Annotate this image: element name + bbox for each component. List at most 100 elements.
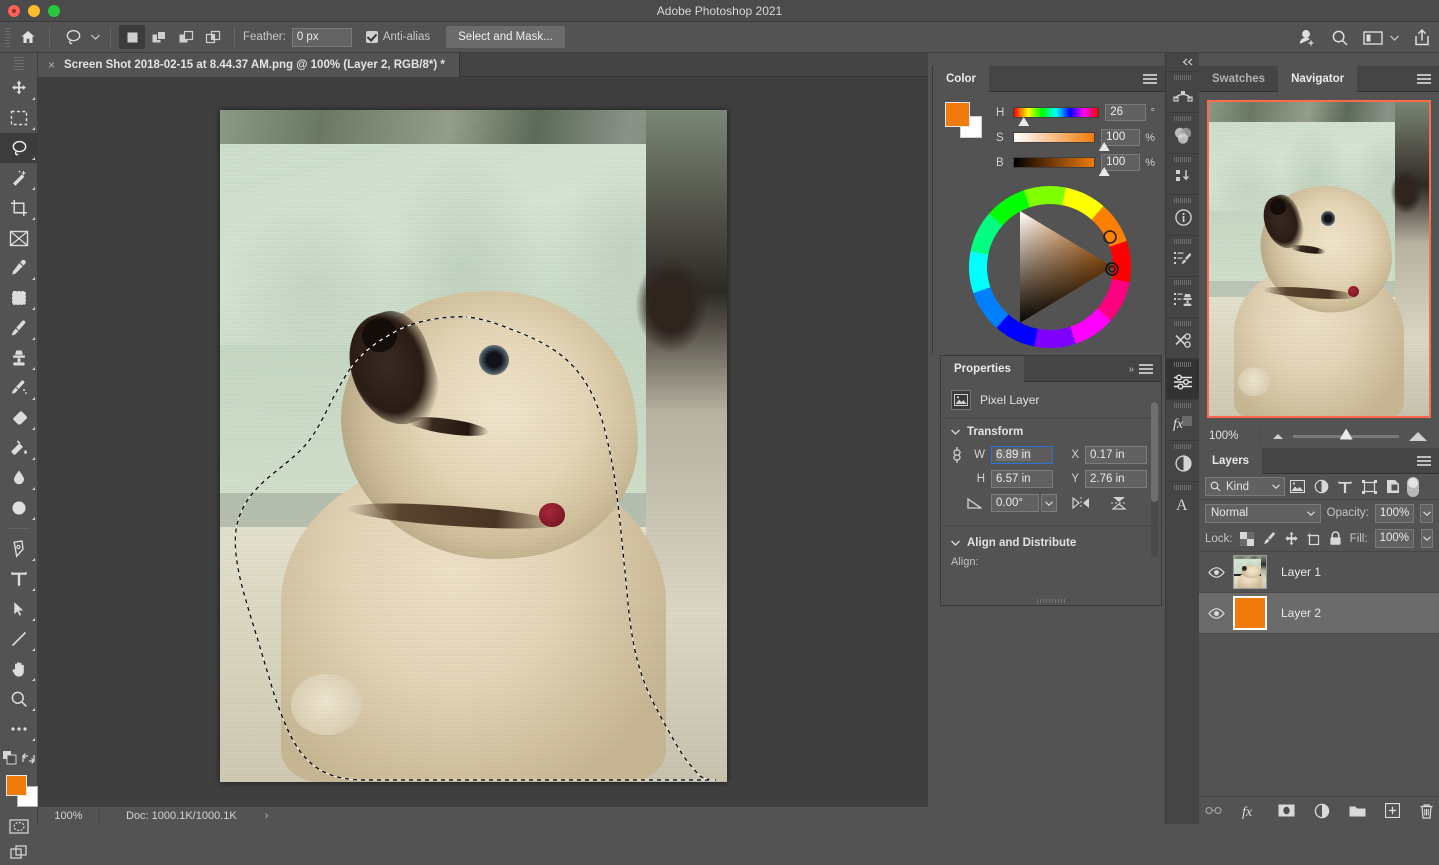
navigator-thumbnail[interactable] — [1207, 100, 1431, 418]
lock-image-pixels-icon[interactable] — [1262, 530, 1277, 548]
add-user-icon[interactable] — [1298, 28, 1317, 47]
table-row[interactable]: Layer 1 — [1199, 552, 1439, 593]
options-bar-grip[interactable] — [3, 26, 13, 48]
angle-input[interactable]: 0.00° — [991, 494, 1039, 512]
anti-alias-checkbox[interactable]: Anti-alias — [365, 31, 430, 43]
properties-scrollbar[interactable] — [1151, 402, 1158, 557]
home-icon[interactable] — [15, 26, 41, 48]
color-panel-foreground-swatch[interactable] — [945, 102, 970, 127]
opacity-dropdown-icon[interactable] — [1420, 503, 1433, 523]
layer-visibility-toggle[interactable] — [1199, 566, 1233, 578]
edit-toolbar-tool[interactable] — [0, 714, 38, 744]
height-input[interactable]: 6.57 in — [991, 470, 1053, 488]
subtract-from-selection-button[interactable] — [173, 25, 199, 49]
eyedropper-tool[interactable] — [0, 253, 38, 283]
eraser-tool[interactable] — [0, 403, 38, 433]
character-panel-icon[interactable]: A — [1166, 481, 1200, 522]
add-layer-mask-icon[interactable] — [1278, 804, 1295, 817]
layer-thumbnail[interactable] — [1233, 555, 1267, 589]
x-input[interactable]: 0.17 in — [1085, 446, 1147, 464]
paths-panel-icon[interactable] — [1166, 71, 1200, 112]
fill-dropdown-icon[interactable] — [1420, 529, 1433, 548]
shape-filter-icon[interactable] — [1357, 476, 1381, 498]
new-selection-button[interactable] — [119, 25, 145, 49]
workspace-icon[interactable] — [1363, 30, 1383, 46]
zoom-slider-track[interactable] — [1293, 428, 1399, 440]
screen-mode-button[interactable] — [0, 839, 38, 865]
collapse-panels-icon[interactable] — [1166, 53, 1199, 71]
document-canvas[interactable] — [220, 110, 727, 782]
navigator-zoom-value[interactable]: 100% — [1199, 427, 1261, 445]
delete-layer-icon[interactable] — [1419, 803, 1434, 819]
new-group-icon[interactable] — [1349, 804, 1366, 817]
table-row[interactable]: Layer 2 — [1199, 593, 1439, 634]
layer-thumbnail[interactable] — [1233, 596, 1267, 630]
layer-style-fx-icon[interactable]: fx — [1241, 803, 1259, 819]
foreground-color-swatch[interactable] — [6, 775, 27, 796]
frame-tool[interactable] — [0, 223, 38, 253]
blend-mode-select[interactable]: Normal — [1205, 503, 1321, 523]
selection-mode-group[interactable] — [119, 25, 226, 49]
color-wheel-panel-icon[interactable] — [1166, 112, 1200, 153]
panel-menu-icon[interactable] — [1143, 74, 1157, 84]
tool-preset-chevron-icon[interactable] — [88, 26, 102, 48]
saturation-value-input[interactable]: 100 — [1101, 129, 1141, 146]
panel-menu-icon[interactable] — [1417, 456, 1431, 466]
swap-colors-icon[interactable] — [21, 752, 35, 765]
layer-filter-kind-select[interactable]: Kind — [1205, 477, 1285, 496]
properties-resize-grip[interactable] — [941, 597, 1161, 605]
tab-color[interactable]: Color — [933, 65, 990, 92]
move-tool[interactable] — [0, 73, 38, 103]
layer-name[interactable]: Layer 1 — [1281, 565, 1321, 579]
tab-properties[interactable]: Properties — [941, 355, 1024, 382]
zoom-out-icon[interactable] — [1273, 433, 1283, 439]
lock-transparent-pixels-icon[interactable] — [1240, 530, 1255, 548]
document-tab[interactable]: × Screen Shot 2018-02-15 at 8.44.37 AM.p… — [38, 53, 460, 77]
panel-expand-icon[interactable]: » — [1128, 364, 1133, 375]
adjustments-panel-icon[interactable] — [1166, 358, 1200, 399]
tab-swatches[interactable]: Swatches — [1199, 66, 1278, 92]
info-panel-icon[interactable] — [1166, 194, 1200, 235]
feather-input[interactable]: 0 px — [291, 27, 352, 47]
history-panel-icon[interactable] — [1166, 153, 1200, 194]
line-tool[interactable] — [0, 624, 38, 654]
dodge-tool[interactable] — [0, 493, 38, 523]
flip-vertical-icon[interactable] — [1109, 495, 1129, 511]
new-adjustment-layer-icon[interactable] — [1314, 803, 1330, 819]
chevron-down-icon[interactable] — [1306, 510, 1315, 516]
brush-tool[interactable] — [0, 313, 38, 343]
rectangular-marquee-tool[interactable] — [0, 103, 38, 133]
search-icon[interactable] — [1331, 29, 1349, 47]
tab-layers[interactable]: Layers — [1199, 447, 1263, 474]
color-swatches[interactable] — [0, 773, 38, 813]
lasso-tool-icon[interactable] — [58, 25, 88, 49]
brightness-value-input[interactable]: 100 — [1101, 154, 1141, 171]
angle-dropdown-icon[interactable] — [1041, 494, 1057, 512]
type-filter-icon[interactable] — [1333, 476, 1357, 498]
tool-presets-panel-icon[interactable] — [1166, 317, 1200, 358]
zoom-tool[interactable] — [0, 684, 38, 714]
transform-section-header[interactable]: Transform — [941, 419, 1161, 441]
color-panel-swatches[interactable] — [945, 102, 983, 138]
layer-name[interactable]: Layer 2 — [1281, 606, 1321, 620]
zoom-in-icon[interactable] — [1409, 431, 1427, 441]
link-dimensions-icon[interactable] — [949, 444, 965, 466]
link-layers-icon[interactable] — [1204, 805, 1222, 816]
canvas-area[interactable] — [38, 77, 928, 806]
add-to-selection-button[interactable] — [146, 25, 172, 49]
tab-navigator[interactable]: Navigator — [1278, 65, 1358, 92]
intersect-with-selection-button[interactable] — [200, 25, 226, 49]
clone-source-panel-icon[interactable] — [1166, 276, 1200, 317]
styles-panel-icon[interactable]: fx — [1166, 399, 1200, 440]
lasso-tool[interactable] — [0, 133, 38, 163]
brush-settings-panel-icon[interactable] — [1166, 235, 1200, 276]
flip-horizontal-icon[interactable] — [1071, 496, 1091, 510]
toolbar-grip[interactable] — [13, 57, 24, 71]
crop-tool[interactable] — [0, 193, 38, 223]
saturation-slider[interactable] — [1012, 132, 1110, 151]
history-brush-tool[interactable] — [0, 373, 38, 403]
new-layer-icon[interactable] — [1384, 803, 1400, 818]
pixel-filter-icon[interactable] — [1285, 476, 1309, 498]
panel-menu-icon[interactable] — [1139, 364, 1153, 374]
brightness-slider[interactable] — [1012, 157, 1110, 176]
